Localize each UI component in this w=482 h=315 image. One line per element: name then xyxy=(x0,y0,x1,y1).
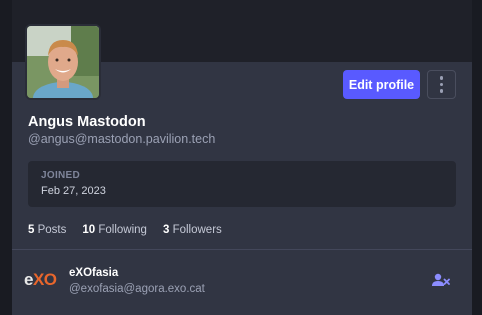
unfollow-button[interactable] xyxy=(432,273,450,287)
logo-letter-e: e xyxy=(24,270,33,289)
logo-letters-xo: XO xyxy=(32,270,57,289)
more-options-button[interactable] xyxy=(427,70,456,99)
account-handle: @exofasia@agora.exo.cat xyxy=(69,283,205,295)
posts-count: 5 xyxy=(28,224,35,236)
profile-handle: @angus@mastodon.pavilion.tech xyxy=(28,132,216,146)
profile-display-name: Angus Mastodon xyxy=(28,114,146,130)
followers-label: Followers xyxy=(172,224,222,236)
following-label: Following xyxy=(98,224,147,236)
profile-stats: 5 Posts 10 Following 3 Followers xyxy=(28,224,222,236)
joined-label: JOINED xyxy=(41,170,81,181)
vertical-ellipsis-icon xyxy=(439,76,444,93)
joined-field: JOINED Feb 27, 2023 xyxy=(28,161,456,207)
following-count: 10 xyxy=(82,224,96,236)
posts-stat[interactable]: 5 Posts xyxy=(28,224,66,236)
unfollow-user-icon xyxy=(432,273,450,286)
followers-count: 3 xyxy=(162,224,170,236)
edit-profile-button[interactable]: Edit profile xyxy=(343,70,420,99)
account-display-name[interactable]: eXOfasia xyxy=(69,267,118,279)
divider xyxy=(12,249,472,250)
account-avatar[interactable]: eXO xyxy=(24,270,57,290)
following-stat[interactable]: 10 Following xyxy=(82,224,147,236)
joined-date: Feb 27, 2023 xyxy=(41,185,106,197)
avatar[interactable] xyxy=(27,26,99,98)
posts-label: Posts xyxy=(37,224,67,236)
followers-stat[interactable]: 3 Followers xyxy=(163,224,222,236)
